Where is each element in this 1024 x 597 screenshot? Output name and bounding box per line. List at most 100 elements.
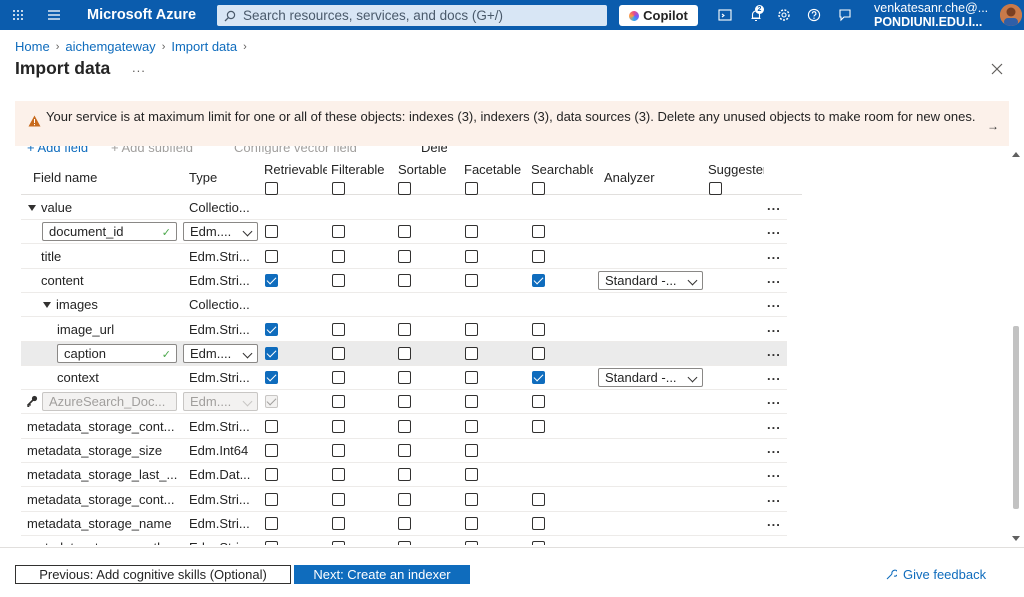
facetable-checkbox[interactable] <box>465 468 478 482</box>
suggester-all-checkbox[interactable] <box>709 182 722 195</box>
facetable-checkbox[interactable] <box>465 273 478 287</box>
facetable-checkbox[interactable] <box>465 249 478 263</box>
sortable-checkbox[interactable] <box>398 419 411 433</box>
table-row[interactable]: value Collectio...... <box>21 196 787 220</box>
scroll-down-icon[interactable] <box>1012 536 1020 541</box>
facetable-checkbox[interactable] <box>465 541 478 545</box>
facetable-all-checkbox[interactable] <box>465 182 478 195</box>
field-name-input[interactable]: caption ✓ <box>57 343 177 363</box>
sortable-checkbox[interactable] <box>398 273 411 287</box>
brand-title[interactable]: Microsoft Azure <box>87 7 196 23</box>
sortable-checkbox[interactable] <box>398 249 411 263</box>
table-row[interactable]: metadata_storage_last_... Edm.Dat...... <box>21 463 787 488</box>
filterable-checkbox[interactable] <box>332 541 345 545</box>
sortable-checkbox[interactable] <box>398 444 411 457</box>
field-name[interactable]: context <box>57 370 181 385</box>
cloud-shell-icon[interactable] <box>718 8 732 22</box>
facetable-checkbox[interactable] <box>465 371 478 385</box>
filterable-all-checkbox[interactable] <box>332 182 345 195</box>
field-name[interactable]: image_url <box>57 322 181 337</box>
row-more-button[interactable]: ... <box>767 295 781 310</box>
sortable-checkbox[interactable] <box>398 492 411 506</box>
facetable-checkbox[interactable] <box>465 322 478 336</box>
retrievable-checkbox[interactable] <box>265 225 278 239</box>
field-name[interactable]: content <box>41 273 181 288</box>
facetable-checkbox[interactable] <box>465 225 478 239</box>
header-sortable[interactable]: Sortable <box>398 162 446 177</box>
filterable-checkbox[interactable] <box>332 225 345 239</box>
filterable-checkbox[interactable] <box>332 346 345 360</box>
row-more-button[interactable]: ... <box>767 271 781 286</box>
arrow-right-icon[interactable]: → <box>987 119 999 133</box>
header-suggester[interactable]: Suggester <box>708 162 764 177</box>
filterable-checkbox[interactable] <box>332 249 345 263</box>
analyzer-select[interactable]: Standard -... <box>598 368 703 388</box>
searchable-checkbox[interactable] <box>532 322 545 336</box>
help-icon[interactable] <box>807 8 821 22</box>
filterable-checkbox[interactable] <box>332 395 345 409</box>
sortable-checkbox[interactable] <box>398 516 411 530</box>
scroll-up-icon[interactable] <box>1012 152 1020 157</box>
previous-button[interactable]: Previous: Add cognitive skills (Optional… <box>15 565 291 584</box>
field-type-select[interactable]: Edm.... <box>183 392 258 412</box>
table-row[interactable]: metadata_storage_cont... Edm.Stri...... <box>21 488 787 512</box>
row-more-button[interactable]: ... <box>767 320 781 335</box>
retrievable-checkbox[interactable] <box>265 541 278 545</box>
scrollbar-thumb[interactable] <box>1013 326 1019 509</box>
header-searchable[interactable]: Searchable <box>531 162 593 177</box>
table-row[interactable]: content Edm.Stri... Standard -...... <box>21 269 787 293</box>
searchable-checkbox[interactable] <box>532 541 545 545</box>
searchable-checkbox[interactable] <box>532 516 545 530</box>
searchable-checkbox[interactable] <box>532 492 545 506</box>
retrievable-checkbox[interactable] <box>265 492 278 506</box>
table-row[interactable]: caption ✓ Edm....... <box>21 341 787 366</box>
row-more-button[interactable]: ... <box>767 538 781 545</box>
row-more-button[interactable]: ... <box>767 490 781 505</box>
retrievable-checkbox[interactable] <box>265 322 278 336</box>
searchable-all-checkbox[interactable] <box>532 182 545 195</box>
retrievable-checkbox[interactable] <box>265 273 278 287</box>
field-name[interactable]: title <box>41 249 181 264</box>
table-row[interactable]: images Collectio...... <box>21 293 787 318</box>
field-name[interactable]: metadata_storage_cont... <box>27 492 181 507</box>
filterable-checkbox[interactable] <box>332 419 345 433</box>
table-row[interactable]: AzureSearch_Doc... Edm....... <box>21 390 787 415</box>
table-row[interactable]: title Edm.Stri...... <box>21 245 787 269</box>
field-name-input[interactable]: document_id ✓ <box>42 222 177 242</box>
sortable-checkbox[interactable] <box>398 346 411 360</box>
breadcrumb-service[interactable]: aichemgateway <box>65 39 155 54</box>
retrievable-checkbox[interactable] <box>265 516 278 530</box>
filterable-checkbox[interactable] <box>332 371 345 385</box>
sortable-checkbox[interactable] <box>398 225 411 239</box>
waffle-menu-icon[interactable] <box>12 9 24 21</box>
facetable-checkbox[interactable] <box>465 444 478 457</box>
row-more-button[interactable]: ... <box>767 417 781 432</box>
retrievable-checkbox[interactable] <box>265 346 278 360</box>
collapse-toggle-icon[interactable] <box>43 302 51 309</box>
field-name[interactable]: metadata_storage_last_... <box>27 467 181 482</box>
sortable-checkbox[interactable] <box>398 541 411 545</box>
retrievable-checkbox[interactable] <box>265 249 278 263</box>
searchable-checkbox[interactable] <box>532 346 545 360</box>
next-button[interactable]: Next: Create an indexer <box>294 565 470 584</box>
collapse-toggle-icon[interactable] <box>28 205 36 211</box>
field-name-input[interactable]: AzureSearch_Doc... <box>42 392 177 412</box>
row-more-button[interactable]: ... <box>767 514 781 529</box>
global-search-input[interactable]: Search resources, services, and docs (G+… <box>217 5 607 26</box>
row-more-button[interactable]: ... <box>767 392 781 407</box>
facetable-checkbox[interactable] <box>465 492 478 506</box>
facetable-checkbox[interactable] <box>465 419 478 433</box>
table-row[interactable]: metadata_storage_cont... Edm.Stri...... <box>21 415 787 439</box>
searchable-checkbox[interactable] <box>532 249 545 263</box>
sortable-checkbox[interactable] <box>398 371 411 385</box>
filterable-checkbox[interactable] <box>332 273 345 287</box>
row-more-button[interactable]: ... <box>767 247 781 262</box>
vertical-scrollbar[interactable] <box>1011 148 1021 545</box>
retrievable-all-checkbox[interactable] <box>265 182 278 195</box>
hamburger-menu-icon[interactable] <box>47 9 61 21</box>
row-more-button[interactable]: ... <box>767 368 781 383</box>
row-more-button[interactable]: ... <box>767 465 781 480</box>
filterable-checkbox[interactable] <box>332 444 345 457</box>
sortable-checkbox[interactable] <box>398 322 411 336</box>
breadcrumb-home[interactable]: Home <box>15 39 50 54</box>
